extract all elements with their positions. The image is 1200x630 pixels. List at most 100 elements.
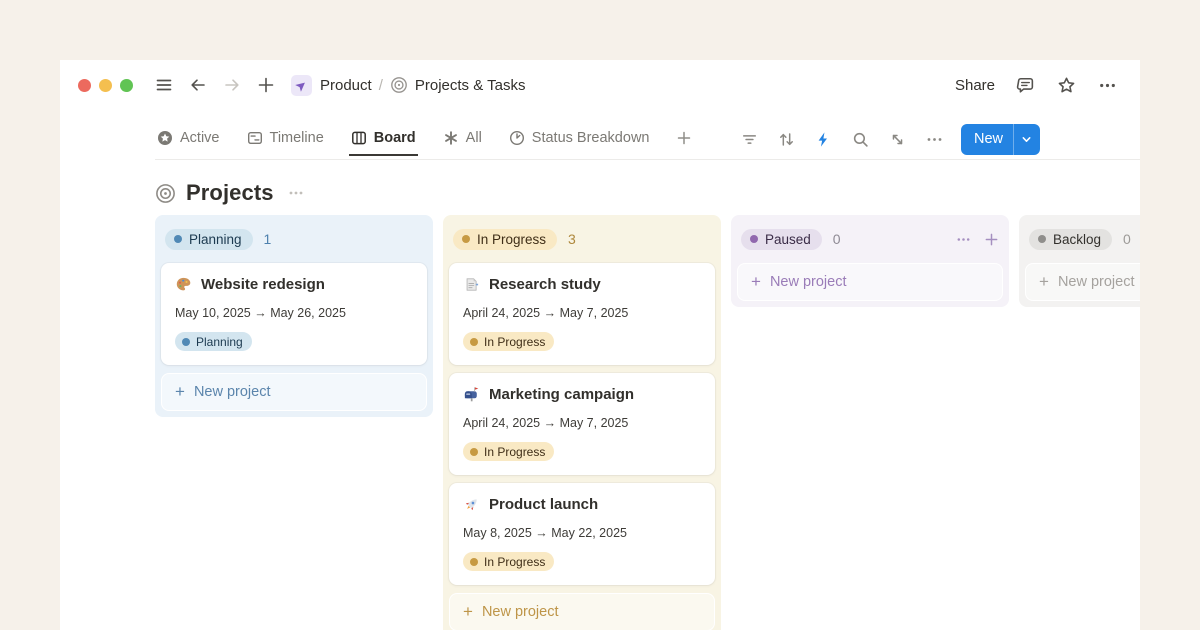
new-project-button[interactable]: + New project <box>449 593 715 630</box>
card-title: Website redesign <box>201 276 325 293</box>
column-header: Planning 1 <box>161 221 427 257</box>
plus-icon: + <box>175 383 185 400</box>
plus-icon: + <box>1039 273 1049 290</box>
card-title-row: Website redesign <box>175 276 413 293</box>
project-card[interactable]: Marketing campaign April 24, 2025 → May … <box>449 373 715 475</box>
timeline-icon <box>247 130 263 146</box>
new-page-plus-icon[interactable] <box>255 74 277 96</box>
page-title[interactable]: Projects <box>186 180 274 206</box>
column-name: Backlog <box>1053 232 1101 247</box>
column-status-pill[interactable]: Planning <box>165 229 253 250</box>
card-status-label: Planning <box>196 335 243 349</box>
favorite-star-icon[interactable] <box>1055 74 1077 96</box>
tab-label: Timeline <box>270 130 324 146</box>
breadcrumb: Product / Projects & Tasks <box>291 75 525 96</box>
card-dates: April 24, 2025 → May 7, 2025 <box>463 416 701 430</box>
column-add-icon[interactable] <box>983 231 999 247</box>
tab-all[interactable]: All <box>441 130 484 156</box>
tab-label: Board <box>374 130 416 146</box>
project-card[interactable]: Product launch May 8, 2025 → May 22, 202… <box>449 483 715 585</box>
chevron-down-icon[interactable] <box>1013 124 1040 155</box>
column-count: 3 <box>568 231 576 247</box>
asterisk-icon <box>443 130 459 146</box>
column-header: Backlog 0 <box>1025 221 1140 257</box>
project-card[interactable]: Research study April 24, 2025 → May 7, 2… <box>449 263 715 365</box>
target-icon <box>155 183 176 204</box>
column-status-pill[interactable]: Paused <box>741 229 822 250</box>
new-project-button[interactable]: + New project <box>737 263 1003 301</box>
column-header: Paused 0 <box>737 221 1003 257</box>
board-column: Planning 1 Website redesign May 10, 2025… <box>155 215 433 417</box>
search-icon[interactable] <box>852 130 870 148</box>
column-status-pill[interactable]: Backlog <box>1029 229 1112 250</box>
title-more-icon[interactable] <box>287 184 305 202</box>
column-count: 0 <box>833 231 841 247</box>
product-app-icon[interactable] <box>291 75 312 96</box>
column-name: Paused <box>765 232 811 247</box>
status-dot-icon <box>470 338 478 346</box>
card-status-pill: In Progress <box>463 442 554 461</box>
sort-icon[interactable] <box>778 130 796 148</box>
column-header: In Progress 3 <box>449 221 715 257</box>
new-project-button[interactable]: + New project <box>1025 263 1140 301</box>
mailbox-icon <box>463 386 480 403</box>
automations-bolt-icon[interactable] <box>815 130 833 148</box>
rocket-icon <box>463 496 480 513</box>
status-dot-icon <box>470 558 478 566</box>
tab-board[interactable]: Board <box>349 130 418 156</box>
card-list: Website redesign May 10, 2025 → May 26, … <box>161 263 427 365</box>
share-button[interactable]: Share <box>955 77 995 94</box>
card-list: Research study April 24, 2025 → May 7, 2… <box>449 263 715 585</box>
card-status-pill: In Progress <box>463 552 554 571</box>
card-title-row: Marketing campaign <box>463 386 701 403</box>
card-title: Marketing campaign <box>489 386 634 403</box>
tab-active[interactable]: Active <box>155 130 222 156</box>
palette-icon <box>175 276 192 293</box>
filter-icon[interactable] <box>741 130 759 148</box>
expand-icon[interactable] <box>889 130 907 148</box>
board-icon <box>351 130 367 146</box>
column-name: Planning <box>189 232 242 247</box>
minimize-window-button[interactable] <box>99 79 112 92</box>
tab-label: Status Breakdown <box>532 130 650 146</box>
board-column: Backlog 0 + New project <box>1019 215 1140 307</box>
column-count: 0 <box>1123 231 1131 247</box>
tab-label: All <box>466 130 482 146</box>
tab-timeline[interactable]: Timeline <box>245 130 326 156</box>
breadcrumb-workspace[interactable]: Product <box>320 77 372 94</box>
project-card[interactable]: Website redesign May 10, 2025 → May 26, … <box>161 263 427 365</box>
card-status-label: In Progress <box>484 335 545 349</box>
sidebar-toggle-icon[interactable] <box>153 74 175 96</box>
forward-arrow-icon[interactable] <box>221 74 243 96</box>
view-tabs-bar: Active Timeline Board All Status Breakdo… <box>155 126 1140 160</box>
column-actions <box>955 231 999 247</box>
column-status-pill[interactable]: In Progress <box>453 229 557 250</box>
back-arrow-icon[interactable] <box>187 74 209 96</box>
status-dot-icon <box>750 235 758 243</box>
view-more-icon[interactable] <box>926 130 944 148</box>
new-project-label: New project <box>194 384 271 400</box>
add-view-plus-icon[interactable] <box>674 130 694 156</box>
plus-icon: + <box>751 273 761 290</box>
pages-icon <box>463 276 480 293</box>
new-button-label: New <box>961 124 1013 155</box>
zoom-window-button[interactable] <box>120 79 133 92</box>
window-topbar: Product / Projects & Tasks Share <box>60 60 1140 106</box>
page-title-row: Projects <box>155 180 1140 206</box>
status-dot-icon <box>174 235 182 243</box>
plus-icon: + <box>463 603 473 620</box>
card-dates: April 24, 2025 → May 7, 2025 <box>463 306 701 320</box>
card-dates: May 10, 2025 → May 26, 2025 <box>175 306 413 320</box>
column-count: 1 <box>264 231 272 247</box>
comments-icon[interactable] <box>1014 74 1036 96</box>
more-options-icon[interactable] <box>1096 74 1118 96</box>
target-icon <box>390 76 408 94</box>
tab-status-breakdown[interactable]: Status Breakdown <box>507 130 652 156</box>
status-dot-icon <box>462 235 470 243</box>
new-button[interactable]: New <box>961 124 1040 155</box>
breadcrumb-page[interactable]: Projects & Tasks <box>415 77 526 94</box>
close-window-button[interactable] <box>78 79 91 92</box>
card-status-pill: In Progress <box>463 332 554 351</box>
new-project-button[interactable]: + New project <box>161 373 427 411</box>
column-more-icon[interactable] <box>955 231 971 247</box>
